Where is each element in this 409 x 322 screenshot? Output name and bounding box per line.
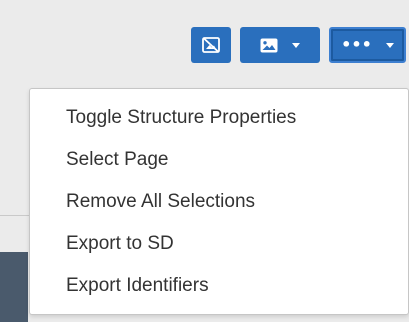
background-divider <box>0 215 30 216</box>
more-icon: ••• <box>341 35 372 54</box>
app-viewport: ••• Toggle Structure Properties Select P… <box>0 0 409 322</box>
image-icon <box>260 38 278 53</box>
menu-item-select-page[interactable]: Select Page <box>30 139 408 181</box>
image-menu-button[interactable] <box>240 27 320 63</box>
menu-item-export-identifiers[interactable]: Export Identifiers <box>30 265 408 307</box>
more-actions-button[interactable]: ••• <box>329 27 406 63</box>
background-panel <box>0 252 28 322</box>
chevron-down-icon <box>385 42 394 48</box>
chevron-down-icon <box>292 42 300 48</box>
more-actions-dropdown-menu: Toggle Structure Properties Select Page … <box>29 88 409 315</box>
menu-item-export-to-sd[interactable]: Export to SD <box>30 223 408 265</box>
menu-item-toggle-structure-properties[interactable]: Toggle Structure Properties <box>30 97 408 139</box>
hide-images-button[interactable] <box>191 27 231 63</box>
menu-item-remove-all-selections[interactable]: Remove All Selections <box>30 181 408 223</box>
image-off-icon <box>202 37 220 53</box>
